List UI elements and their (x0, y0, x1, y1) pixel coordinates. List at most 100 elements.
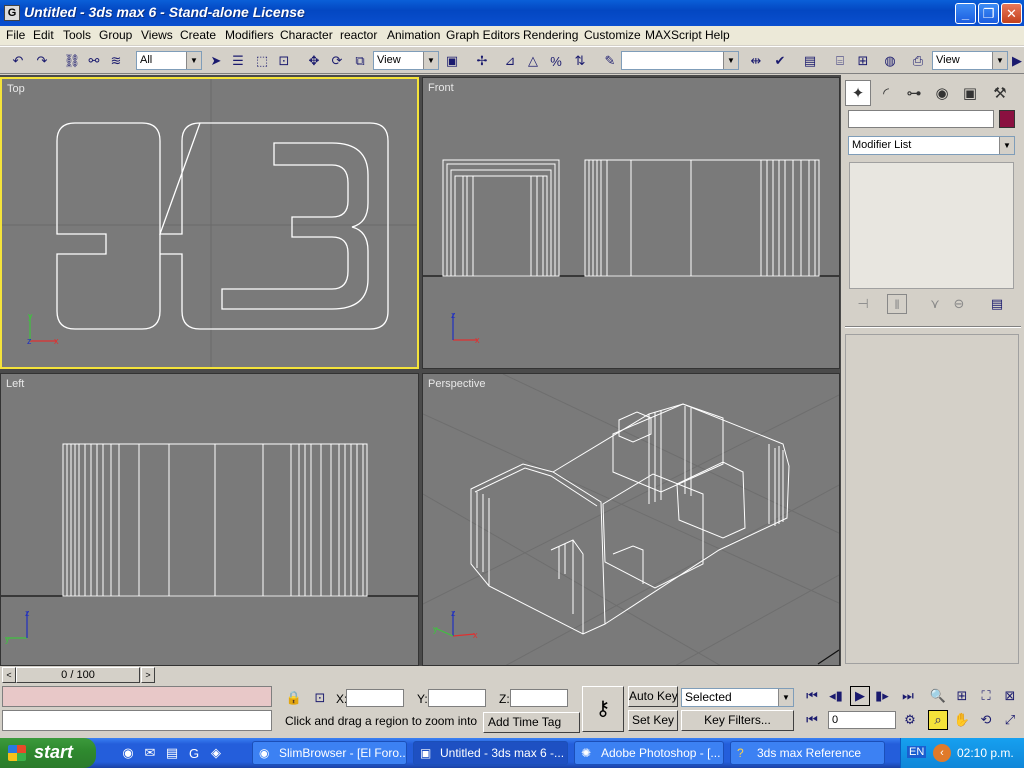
make-unique-icon[interactable]: ⋎ (925, 294, 945, 314)
menu-reactor[interactable]: reactor (340, 28, 377, 42)
align-icon[interactable]: ✔ (770, 51, 790, 71)
select-object-icon[interactable]: ➤ (206, 51, 226, 71)
zoom-extents-icon[interactable]: ⛶ (976, 686, 996, 706)
restore-button[interactable]: ❐ (978, 3, 999, 24)
lock-selection-icon[interactable]: 🔒 (284, 688, 304, 708)
menu-help[interactable]: Help (705, 28, 730, 42)
select-by-name-icon[interactable]: ☰ (228, 51, 248, 71)
render-type-dropdown[interactable]: View ▼ (932, 51, 1008, 70)
display-tab-icon[interactable]: ▣ (957, 80, 983, 106)
quick-render-icon[interactable]: ▶ (1010, 51, 1024, 71)
undo-icon[interactable]: ↶ (8, 51, 28, 71)
region-zoom-icon[interactable]: ⌕ (928, 710, 948, 730)
snaps-toggle-icon[interactable]: ⊿ (500, 51, 520, 71)
key-filters-button[interactable]: Key Filters... (681, 710, 794, 731)
mirror-icon[interactable]: ⇹ (746, 51, 766, 71)
pivot-center-icon[interactable]: ▣ (442, 51, 462, 71)
absolute-mode-icon[interactable]: ⊡ (310, 688, 330, 708)
close-button[interactable]: ✕ (1001, 3, 1022, 24)
manipulate-icon[interactable]: ✢ (472, 51, 492, 71)
unlink-icon[interactable]: ⚯ (84, 51, 104, 71)
time-configuration-icon[interactable]: ⚙ (900, 710, 920, 730)
menu-maxscript[interactable]: MAXScript (645, 28, 702, 42)
zoom-all-icon[interactable]: ⊞ (952, 686, 972, 706)
select-and-link-icon[interactable]: ⛓ (62, 51, 82, 71)
task-3dsmax[interactable]: ▣ Untitled - 3ds max 6 -... (413, 741, 568, 765)
slider-next-arrow-icon[interactable]: > (141, 667, 155, 683)
x-coordinate-field[interactable] (346, 689, 404, 707)
menu-customize[interactable]: Customize (584, 28, 641, 42)
render-scene-icon[interactable]: ⎙ (908, 51, 928, 71)
window-crossing-icon[interactable]: ⊡ (274, 51, 294, 71)
percent-snap-icon[interactable]: % (546, 51, 566, 71)
time-slider-thumb[interactable]: 0 / 100 (16, 667, 140, 683)
set-key-button[interactable]: Set Key (628, 710, 678, 731)
viewport-top[interactable]: Top y x z (0, 77, 419, 369)
add-time-tag-button[interactable]: Add Time Tag (483, 712, 580, 733)
select-and-rotate-icon[interactable]: ⟳ (327, 51, 347, 71)
menu-rendering[interactable]: Rendering (523, 28, 578, 42)
hierarchy-tab-icon[interactable]: ⊶ (901, 80, 927, 106)
start-button[interactable]: start (0, 738, 96, 768)
menu-create[interactable]: Create (180, 28, 216, 42)
key-mode-dropdown[interactable]: Selected ▼ (681, 688, 794, 707)
utilities-tab-icon[interactable]: ⚒ (987, 80, 1013, 106)
menu-character[interactable]: Character (280, 28, 333, 42)
edit-named-selection-icon[interactable]: ✎ (600, 51, 620, 71)
quicklaunch-app-icon[interactable]: ◈ (206, 743, 226, 763)
spinner-snap-icon[interactable]: ⇅ (570, 51, 590, 71)
menu-views[interactable]: Views (141, 28, 173, 42)
key-mode-toggle-icon[interactable]: ⏮ (802, 710, 822, 730)
viewport-perspective[interactable]: Perspective z x y (422, 373, 840, 666)
zoom-icon[interactable]: 🔍 (928, 686, 948, 706)
motion-tab-icon[interactable]: ◉ (929, 80, 955, 106)
menu-graph-editors[interactable]: Graph Editors (446, 28, 520, 42)
modifier-stack-list[interactable] (849, 162, 1014, 289)
z-coordinate-field[interactable] (510, 689, 568, 707)
rectangular-selection-icon[interactable]: ⬚ (252, 51, 272, 71)
slider-prev-arrow-icon[interactable]: < (2, 667, 16, 683)
select-and-scale-icon[interactable]: ⧉ (350, 51, 370, 71)
maxscript-output-mini[interactable] (2, 710, 272, 731)
remove-modifier-icon[interactable]: ⊖ (949, 294, 969, 314)
menu-file[interactable]: File (6, 28, 25, 42)
selection-filter-dropdown[interactable]: All ▼ (136, 51, 202, 70)
quicklaunch-document-icon[interactable]: ▤ (162, 743, 182, 763)
current-frame-field[interactable]: 0 (828, 711, 896, 729)
modifier-list-dropdown[interactable]: Modifier List ▼ (848, 136, 1015, 155)
app-icon[interactable]: G (4, 5, 20, 21)
create-tab-icon[interactable]: ✦ (845, 80, 871, 106)
viewport-left[interactable]: Left z y (0, 373, 419, 666)
layer-manager-icon[interactable]: ▤ (800, 51, 820, 71)
tray-expand-icon[interactable]: ‹ (933, 744, 951, 762)
bind-space-warp-icon[interactable]: ≋ (106, 51, 126, 71)
menu-animation[interactable]: Animation (387, 28, 440, 42)
y-coordinate-field[interactable] (428, 689, 486, 707)
curve-editor-icon[interactable]: ⌸ (830, 51, 850, 71)
previous-frame-icon[interactable]: ◂▮ (826, 686, 846, 706)
minimize-button[interactable]: _ (955, 3, 976, 24)
reference-coordinate-dropdown[interactable]: View ▼ (373, 51, 439, 70)
redo-icon[interactable]: ↷ (32, 51, 52, 71)
select-and-move-icon[interactable]: ✥ (304, 51, 324, 71)
material-editor-icon[interactable]: ◍ (880, 51, 900, 71)
viewport-front[interactable]: Front z x (422, 77, 840, 369)
quicklaunch-browser-icon[interactable]: ◉ (118, 743, 138, 763)
go-to-start-icon[interactable]: ⏮ (802, 686, 822, 706)
pin-stack-icon[interactable]: ⊣ (853, 294, 873, 314)
language-indicator[interactable]: EN (907, 746, 927, 758)
named-selection-dropdown[interactable]: ▼ (621, 51, 739, 70)
show-end-result-icon[interactable]: ‖ (887, 294, 907, 314)
pan-icon[interactable]: ✋ (952, 710, 972, 730)
quicklaunch-g-icon[interactable]: G (184, 743, 204, 763)
configure-modifier-sets-icon[interactable]: ▤ (987, 294, 1007, 314)
task-3dsmax-reference[interactable]: ? 3ds max Reference (730, 741, 885, 765)
object-name-field[interactable] (848, 110, 994, 128)
menu-tools[interactable]: Tools (63, 28, 91, 42)
angle-snap-icon[interactable]: △ (523, 51, 543, 71)
go-to-end-icon[interactable]: ⏭ (898, 686, 918, 706)
modify-tab-icon[interactable]: ◜ (873, 80, 899, 106)
task-photoshop[interactable]: ✺ Adobe Photoshop - [... (574, 741, 724, 765)
schematic-view-icon[interactable]: ⊞ (853, 51, 873, 71)
task-slimbrowser[interactable]: ◉ SlimBrowser - [El Foro... (252, 741, 407, 765)
